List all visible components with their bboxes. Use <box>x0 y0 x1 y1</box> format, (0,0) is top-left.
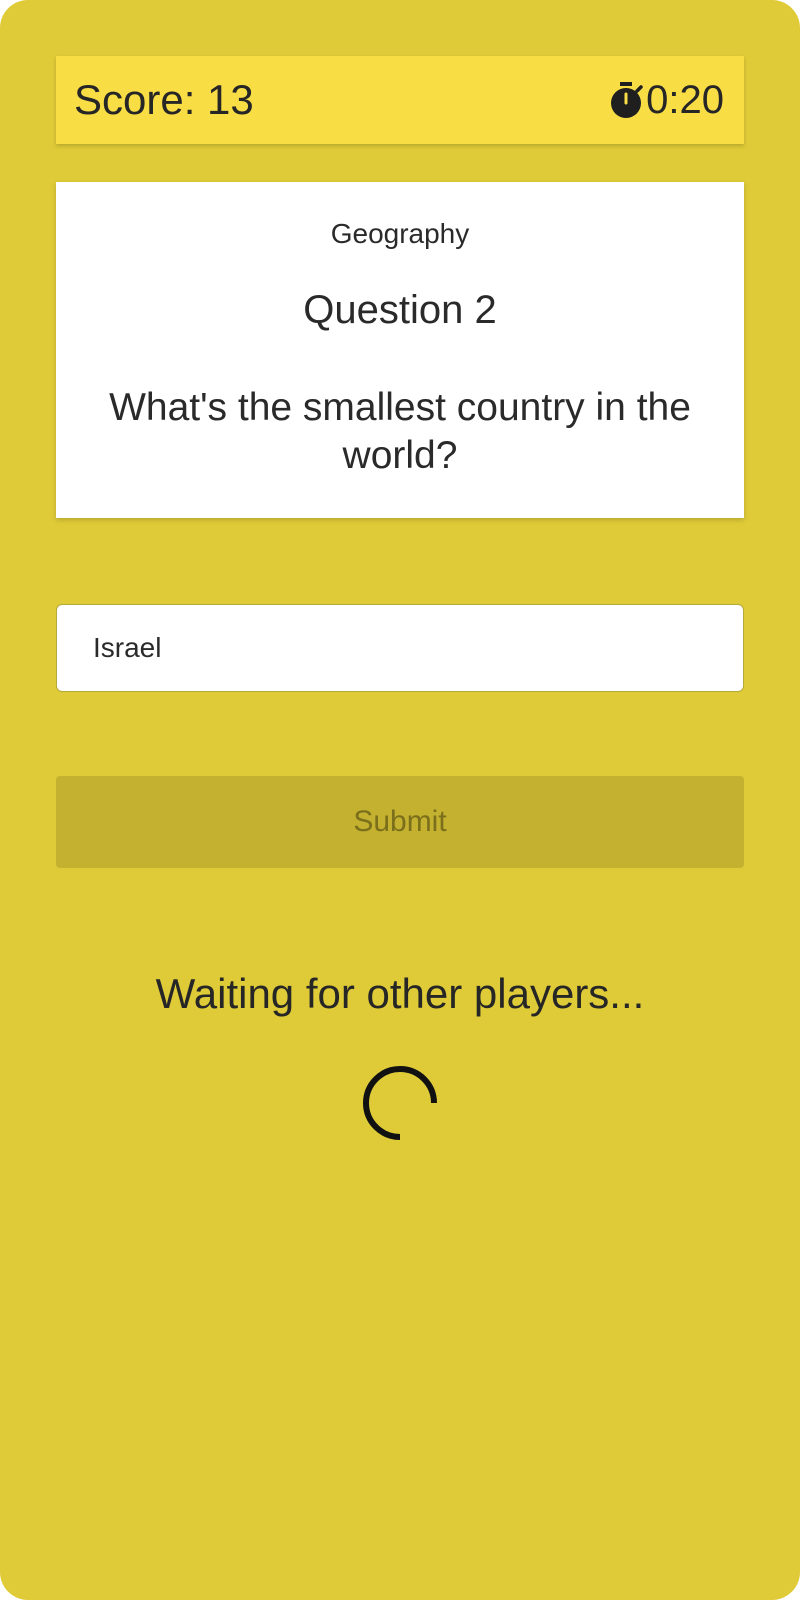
stopwatch-icon <box>608 80 644 120</box>
answer-input[interactable] <box>56 604 744 692</box>
question-category: Geography <box>330 218 470 249</box>
score-label: Score: 13 <box>74 76 254 123</box>
question-number: Question 2 <box>303 288 497 332</box>
question-text: What's the smallest country in the world… <box>109 386 691 477</box>
score-bar: Score: 13 0:20 <box>56 56 744 144</box>
loading-spinner-icon <box>360 1063 440 1143</box>
timer-value: 0:20 <box>646 78 724 122</box>
quiz-screen: Score: 13 0:20 Geography Question 2 What… <box>0 0 800 1600</box>
question-card: Geography Question 2 What's the smallest… <box>56 182 744 518</box>
submit-button[interactable]: Submit <box>56 776 744 868</box>
waiting-status: Waiting for other players... <box>155 970 645 1017</box>
timer: 0:20 <box>608 80 724 120</box>
